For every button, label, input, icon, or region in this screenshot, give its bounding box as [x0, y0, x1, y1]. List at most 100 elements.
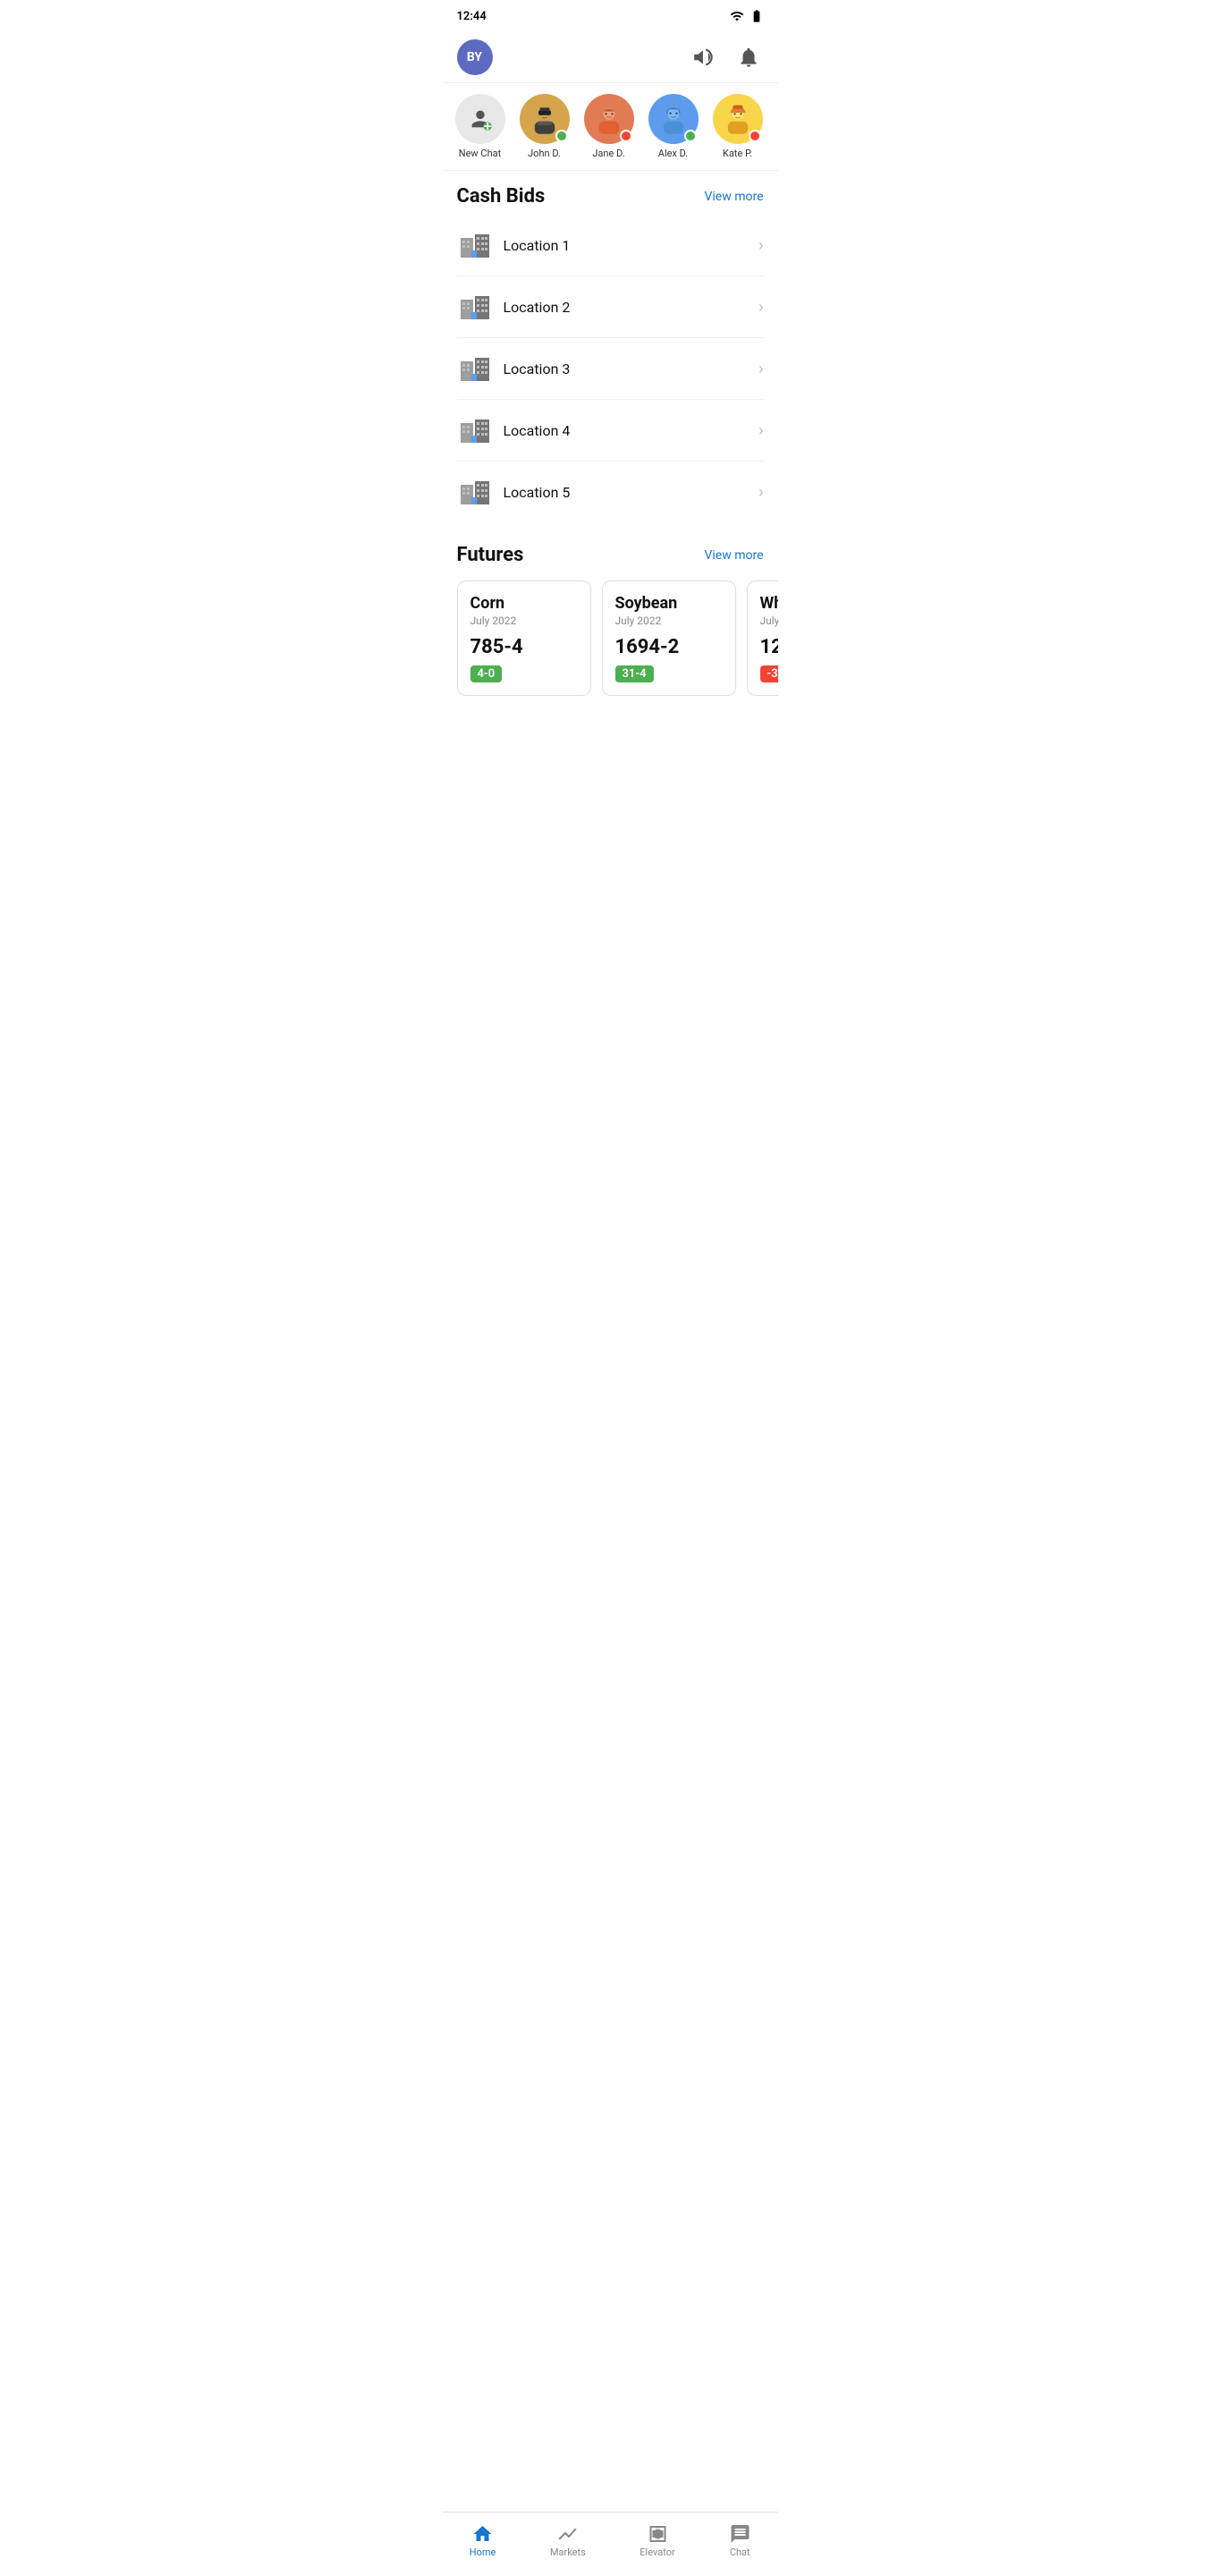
header-icons	[689, 42, 764, 72]
location-1-name: Location 1	[504, 237, 759, 254]
building-icon-5	[459, 476, 491, 508]
nav-chat[interactable]: Chat	[718, 2520, 761, 2562]
jane-avatar-wrap	[584, 94, 634, 144]
location-item-1[interactable]: Location 1 ›	[457, 215, 764, 276]
markets-nav-icon	[557, 2523, 579, 2545]
futures-cards: Corn July 2022 785-4 4-0 Soybean July 20…	[443, 573, 778, 710]
status-time: 12:44	[457, 10, 487, 23]
bell-icon	[737, 46, 760, 69]
chat-nav-icon	[729, 2523, 750, 2545]
futures-card-corn[interactable]: Corn July 2022 785-4 4-0	[457, 580, 591, 696]
john-avatar-wrap	[520, 94, 570, 144]
nav-markets-label: Markets	[550, 2546, 586, 2558]
building-icon-3	[459, 352, 491, 385]
wheat-commodity: Wheat	[760, 594, 778, 613]
location-4-icon	[457, 412, 493, 448]
deals-icon	[692, 46, 716, 69]
contacts-row: New Chat John D.	[443, 83, 778, 171]
location-5-chevron: ›	[758, 483, 763, 502]
contact-name-kate: Kate P.	[723, 148, 752, 159]
nav-home-label: Home	[470, 2546, 496, 2558]
home-nav-icon	[472, 2523, 494, 2545]
cash-bids-title: Cash Bids	[457, 185, 546, 208]
header: BY	[443, 32, 778, 83]
location-2-chevron: ›	[758, 298, 763, 317]
corn-change: 4-0	[470, 665, 503, 682]
corn-commodity: Corn	[470, 594, 578, 613]
kate-status-dot	[749, 130, 761, 142]
soybean-month: July 2022	[615, 614, 723, 627]
contact-jane[interactable]: Jane D.	[582, 94, 636, 159]
corn-month: July 2022	[470, 614, 578, 627]
battery-icon	[750, 9, 764, 23]
alex-avatar-wrap	[648, 94, 699, 144]
bottom-nav: Home Markets Elevator Chat	[443, 2512, 778, 2576]
contact-name-john: John D.	[528, 148, 561, 159]
futures-view-more[interactable]: View more	[704, 548, 763, 563]
person-add-icon	[468, 106, 493, 131]
cash-bids-view-more[interactable]: View more	[704, 190, 763, 204]
nav-markets[interactable]: Markets	[539, 2520, 597, 2562]
status-icons	[730, 9, 764, 23]
wheat-month: July 2022	[760, 614, 778, 627]
contact-name-alex: Alex D.	[658, 148, 688, 159]
futures-section: Futures View more Corn July 2022 785-4 4…	[443, 522, 778, 717]
cash-bids-header: Cash Bids View more	[443, 171, 778, 215]
elevator-icon	[647, 2523, 668, 2545]
contact-john[interactable]: John D.	[518, 94, 572, 159]
location-item-5[interactable]: Location 5 ›	[457, 462, 764, 522]
building-icon	[459, 229, 491, 261]
location-2-icon	[457, 289, 493, 325]
contact-kate[interactable]: Kate P.	[711, 94, 765, 159]
location-4-name: Location 4	[504, 422, 759, 439]
building-icon-4	[459, 414, 491, 446]
location-list: Location 1 ›	[443, 215, 778, 522]
location-item-3[interactable]: Location 3 ›	[457, 338, 764, 400]
nav-chat-label: Chat	[730, 2546, 750, 2558]
wifi-icon	[730, 9, 744, 23]
soybean-change: 31-4	[615, 665, 654, 682]
location-5-name: Location 5	[504, 484, 759, 501]
contact-name-new-chat: New Chat	[459, 148, 501, 159]
markets-icon	[557, 2523, 579, 2545]
notifications-button[interactable]	[733, 42, 764, 72]
wheat-change: -30-6	[760, 665, 778, 682]
contact-new-chat[interactable]: New Chat	[453, 94, 507, 159]
location-3-chevron: ›	[758, 360, 763, 378]
contact-alex[interactable]: Alex D.	[647, 94, 700, 159]
location-2-name: Location 2	[504, 299, 759, 316]
futures-card-wheat[interactable]: Wheat July 2022 1200- -30-6	[747, 580, 778, 696]
futures-title: Futures	[457, 544, 524, 566]
location-item-4[interactable]: Location 4 ›	[457, 400, 764, 462]
user-avatar[interactable]: BY	[457, 39, 493, 75]
soybean-commodity: Soybean	[615, 594, 723, 613]
futures-card-soybean[interactable]: Soybean July 2022 1694-2 31-4	[602, 580, 736, 696]
contact-name-jane: Jane D.	[592, 148, 624, 159]
nav-elevator[interactable]: Elevator	[629, 2520, 685, 2562]
location-1-icon	[457, 227, 493, 263]
building-icon-2	[459, 291, 491, 323]
futures-header: Futures View more	[443, 530, 778, 573]
soybean-price: 1694-2	[615, 636, 723, 658]
john-status-dot	[555, 130, 568, 142]
location-3-icon	[457, 351, 493, 386]
nav-elevator-label: Elevator	[640, 2546, 674, 2558]
kate-avatar-wrap	[713, 94, 763, 144]
elevator-nav-icon	[647, 2523, 668, 2545]
wheat-price: 1200-	[760, 636, 778, 658]
location-5-icon	[457, 474, 493, 510]
status-bar: 12:44	[443, 0, 778, 32]
chat-icon	[729, 2523, 750, 2545]
nav-home[interactable]: Home	[459, 2520, 507, 2562]
jane-status-dot	[620, 130, 632, 142]
location-3-name: Location 3	[504, 360, 759, 377]
new-chat-avatar-wrap	[455, 94, 505, 144]
new-chat-icon	[455, 94, 505, 144]
corn-price: 785-4	[470, 636, 578, 658]
location-4-chevron: ›	[758, 421, 763, 440]
location-1-chevron: ›	[758, 236, 763, 255]
main-content: Cash Bids View more	[443, 171, 778, 789]
deals-button[interactable]	[689, 42, 719, 72]
location-item-2[interactable]: Location 2 ›	[457, 276, 764, 338]
home-icon	[472, 2523, 494, 2545]
